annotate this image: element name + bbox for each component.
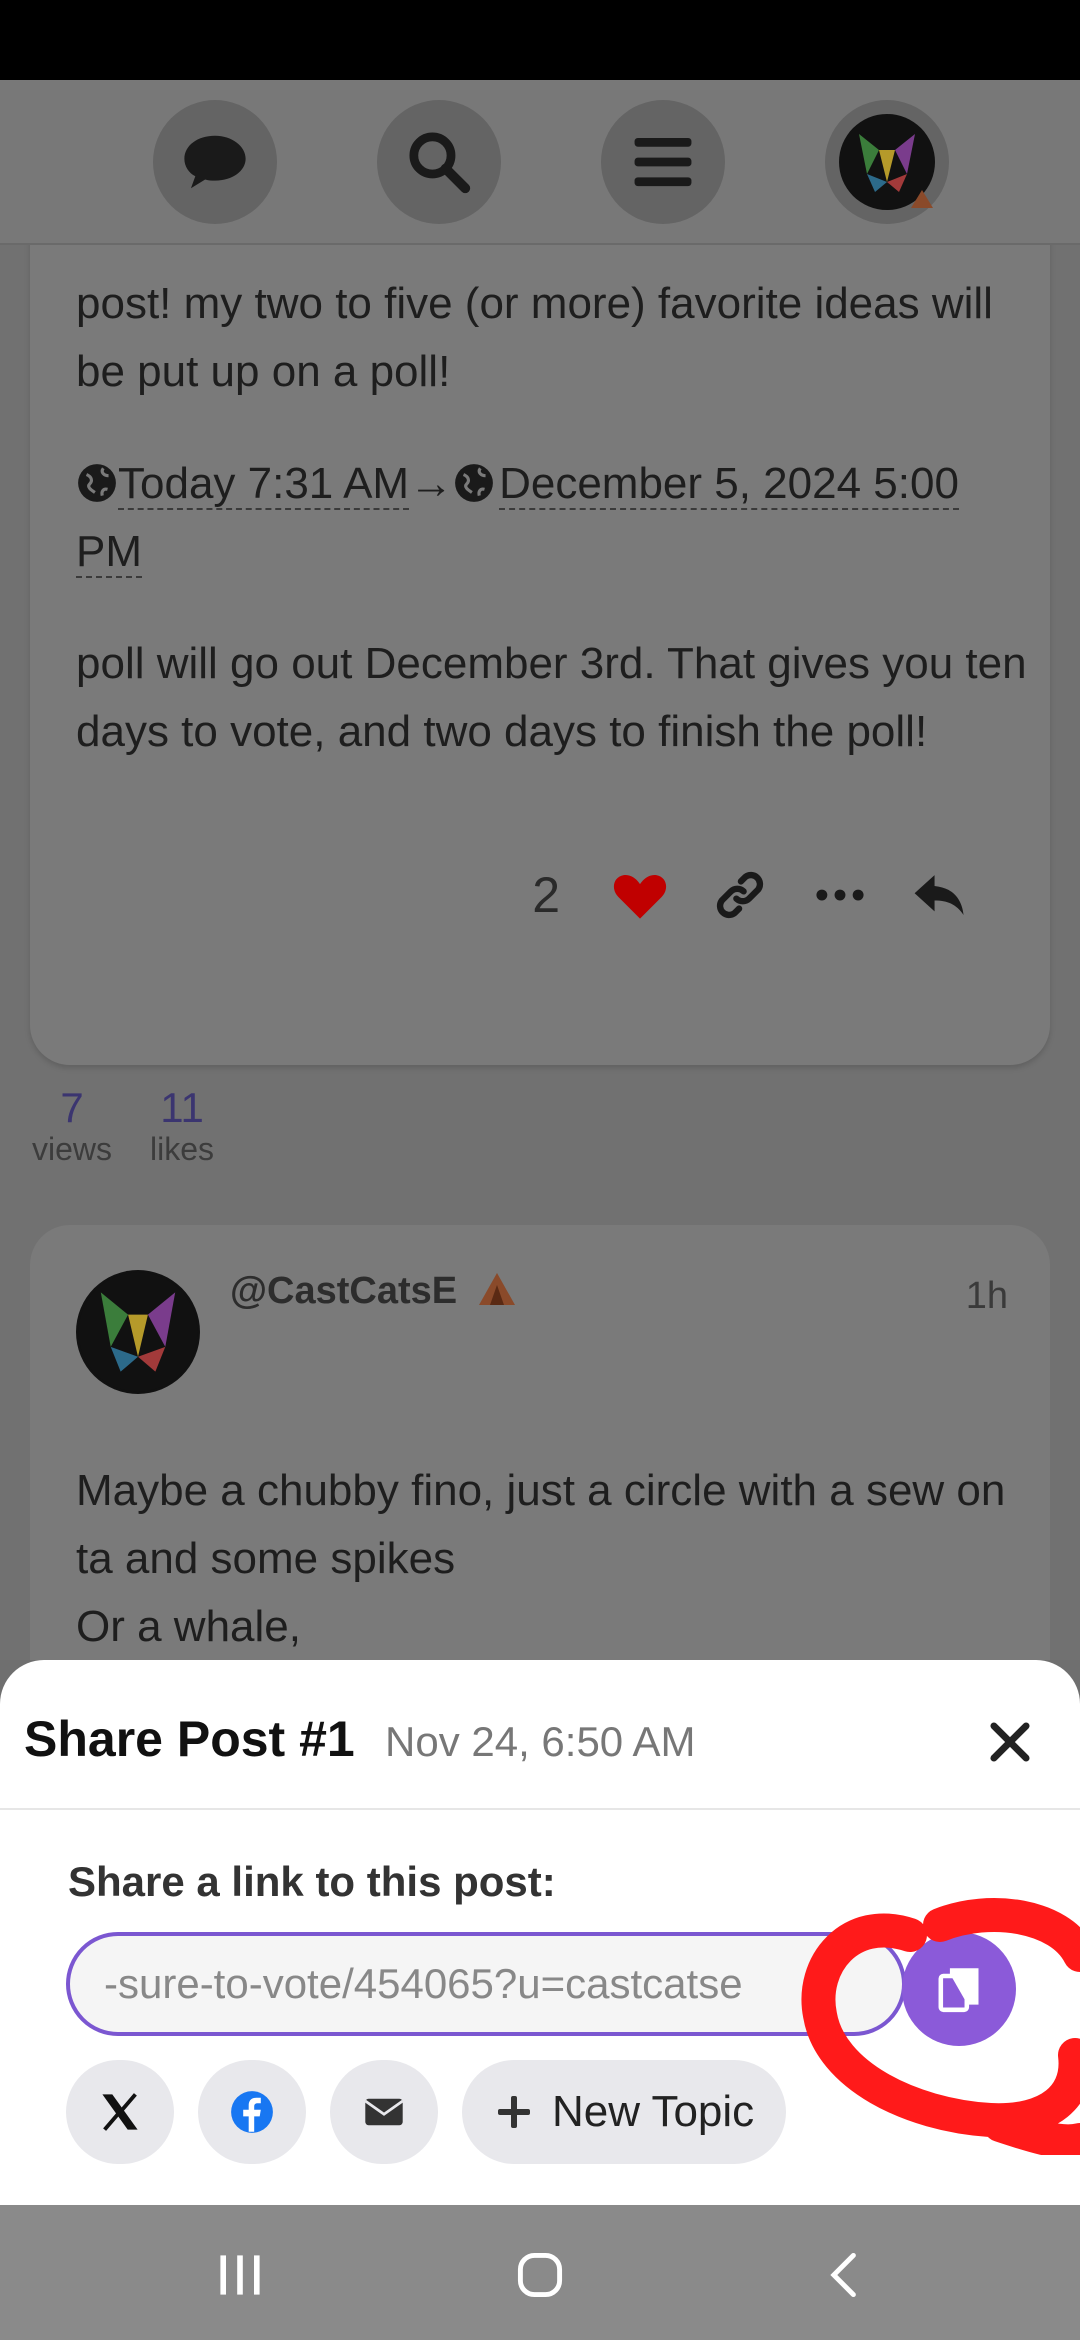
system-navigation-bar xyxy=(0,2205,1080,2340)
ellipsis-icon xyxy=(816,889,864,901)
like-button[interactable] xyxy=(590,860,690,930)
post-card: post! my two to five (or more) favorite … xyxy=(30,245,1050,1065)
divider xyxy=(0,1808,1080,1810)
user-avatar-button[interactable] xyxy=(825,100,949,224)
post-actions: 2 xyxy=(532,860,990,930)
post-card: @CastCatsE 1h Maybe a chubby fino, just … xyxy=(30,1225,1050,1660)
globe-icon xyxy=(455,464,493,502)
post-text: Maybe a chubby fino, just a circle with … xyxy=(76,1466,1006,1651)
facebook-icon xyxy=(231,2091,273,2133)
home-icon xyxy=(517,2252,563,2298)
copy-icon xyxy=(938,1968,979,2013)
envelope-icon xyxy=(364,2098,404,2126)
topic-feed: post! my two to five (or more) favorite … xyxy=(0,245,1080,1660)
views-label: views xyxy=(32,1131,113,1167)
views-count: 7 xyxy=(60,1084,84,1131)
post-time: 1h xyxy=(965,1275,1008,1317)
recents-icon xyxy=(220,2255,260,2295)
recents-button[interactable] xyxy=(190,2235,290,2315)
x-logo-icon xyxy=(102,2093,138,2131)
author-avatar[interactable] xyxy=(76,1270,200,1394)
search-button[interactable] xyxy=(377,100,501,224)
post-text: poll will go out December 3rd. That give… xyxy=(76,639,1027,756)
back-button[interactable] xyxy=(795,2235,895,2315)
home-button[interactable] xyxy=(490,2235,590,2315)
likes-stat: 11 likes xyxy=(150,1085,214,1168)
share-sheet: Share Post #1 Nov 24, 6:50 AM Share a li… xyxy=(0,1660,1080,2205)
cat-avatar-icon xyxy=(78,1272,198,1392)
username[interactable]: @CastCatsE xyxy=(230,1270,517,1313)
event-dates: Today 7:31 AM→ December 5, 2024 5:00 PM xyxy=(76,450,1036,586)
chat-icon xyxy=(184,135,246,189)
share-facebook-button[interactable] xyxy=(198,2060,306,2164)
close-icon xyxy=(990,1722,1030,1762)
globe-icon xyxy=(78,464,116,502)
share-date: Nov 24, 6:50 AM xyxy=(385,1718,696,1765)
copy-link-button[interactable] xyxy=(902,1932,1016,2046)
close-button[interactable] xyxy=(970,1702,1050,1782)
menu-button[interactable] xyxy=(601,100,725,224)
share-link-input[interactable]: -sure-to-vote/454065?u=castcatse xyxy=(66,1932,906,2036)
views-stat: 7 views xyxy=(32,1085,112,1168)
likes-count: 11 xyxy=(160,1084,204,1131)
new-topic-label: New Topic xyxy=(552,2087,755,2136)
heart-icon xyxy=(613,874,667,919)
share-link-label: Share a link to this post: xyxy=(68,1858,556,1905)
status-bar xyxy=(0,0,1080,80)
date-start[interactable]: Today 7:31 AM xyxy=(118,459,410,510)
topic-stats: 7 views 11 likes xyxy=(32,1085,214,1168)
link-icon xyxy=(716,871,764,919)
chat-button[interactable] xyxy=(153,100,277,224)
search-icon xyxy=(409,132,471,194)
post-text: post! my two to five (or more) favorite … xyxy=(76,279,993,396)
plus-icon xyxy=(498,2096,530,2128)
likes-label: likes xyxy=(150,1131,215,1167)
reply-button[interactable] xyxy=(890,860,990,930)
user-avatar xyxy=(839,114,935,210)
share-email-button[interactable] xyxy=(330,2060,438,2164)
reply-icon xyxy=(914,875,964,915)
menu-icon xyxy=(634,137,692,187)
date-arrow: → xyxy=(409,459,454,508)
copy-link-button[interactable] xyxy=(690,860,790,930)
share-title: Share Post #1 xyxy=(24,1711,355,1767)
tent-icon xyxy=(479,1273,516,1305)
share-x-button[interactable] xyxy=(66,2060,174,2164)
more-button[interactable] xyxy=(790,860,890,930)
new-topic-button[interactable]: New Topic xyxy=(462,2060,787,2164)
share-targets: New Topic xyxy=(66,2060,787,2164)
like-count: 2 xyxy=(532,867,560,923)
top-navigation xyxy=(0,80,1080,245)
username-text: @CastCatsE xyxy=(230,1270,458,1312)
back-icon xyxy=(830,2252,856,2298)
